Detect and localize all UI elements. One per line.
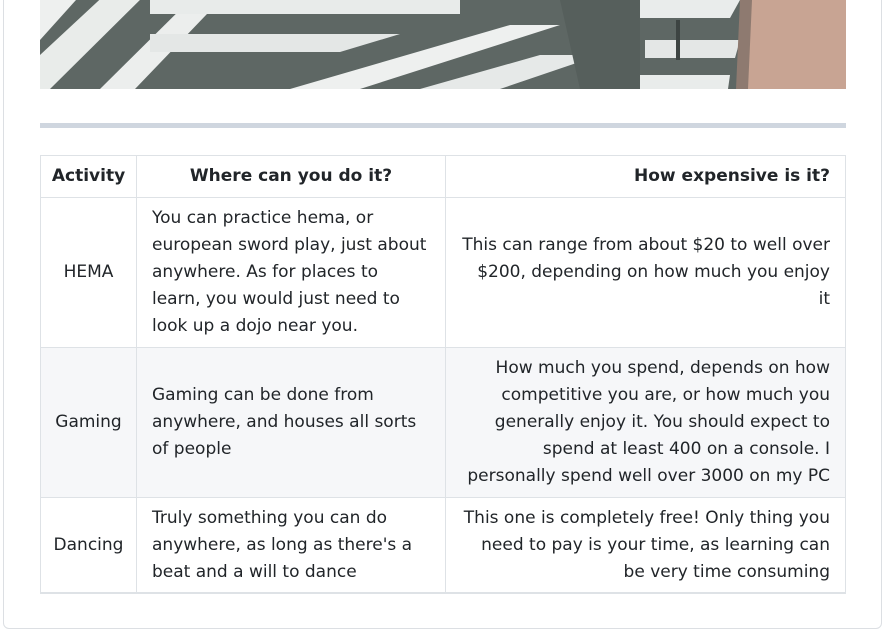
activity-table: Activity Where can you do it? How expens… <box>40 155 846 594</box>
activity-cell: Gaming <box>40 347 137 498</box>
table-header-row: Activity Where can you do it? How expens… <box>40 155 846 198</box>
header-cost: How expensive is it? <box>445 155 846 198</box>
cost-cell: This can range from about $20 to well ov… <box>445 197 846 348</box>
where-cell: Gaming can be done from anywhere, and ho… <box>136 347 446 498</box>
cost-cell: How much you spend, depends on how compe… <box>445 347 846 498</box>
activity-cell: HEMA <box>40 197 137 348</box>
table-row: Gaming Gaming can be done from anywhere,… <box>40 347 846 498</box>
where-cell: Truly something you can do anywhere, as … <box>136 497 446 594</box>
section-divider <box>40 123 846 128</box>
table-row: HEMA You can practice hema, or european … <box>40 197 846 348</box>
header-where: Where can you do it? <box>136 155 446 198</box>
table-row: Dancing Truly something you can do anywh… <box>40 497 846 594</box>
activity-cell: Dancing <box>40 497 137 594</box>
header-activity: Activity <box>40 155 137 198</box>
striped-shirt-photo <box>40 0 846 89</box>
where-cell: You can practice hema, or european sword… <box>136 197 446 348</box>
cost-cell: This one is completely free! Only thing … <box>445 497 846 594</box>
